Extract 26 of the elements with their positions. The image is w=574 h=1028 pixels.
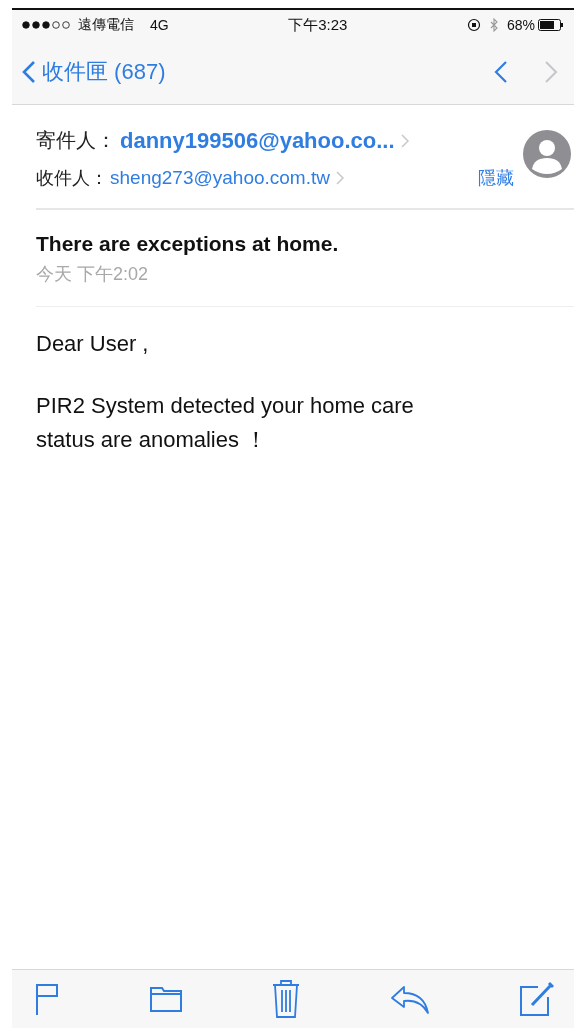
flag-button[interactable] [34, 982, 60, 1016]
network-type: 4G [150, 17, 169, 33]
carrier-name: 遠傳電信 [78, 16, 134, 34]
email-subject: There are exceptions at home. [36, 232, 340, 256]
battery-percent: 68% [507, 17, 535, 33]
avatar-icon [522, 129, 572, 179]
chevron-icon [400, 133, 409, 148]
hide-link[interactable]: 隱藏 [478, 166, 514, 190]
reply-button[interactable] [389, 983, 430, 1015]
body-paragraph: PIR2 System detected your home care status are anomalies ！ [36, 392, 415, 454]
body-paragraph: Dear User , [36, 330, 150, 358]
trash-button[interactable] [271, 979, 301, 1019]
recipient-address[interactable]: sheng273@yahoo.com.tw [110, 167, 330, 189]
from-label: 寄件人： [36, 128, 116, 153]
compose-button[interactable] [518, 981, 554, 1017]
bluetooth-icon [489, 18, 499, 32]
sender-address[interactable]: danny199506@yahoo.co... [120, 127, 395, 154]
status-time: 下午3:23 [288, 15, 348, 35]
rotation-lock-icon [467, 18, 481, 32]
email-date: 今天 下午2:02 [36, 263, 150, 286]
chevron-icon [22, 60, 36, 84]
back-button[interactable]: 收件匣 (687) [22, 57, 166, 87]
folder-button[interactable] [148, 985, 183, 1013]
battery-icon [538, 19, 564, 31]
chevron-icon [336, 171, 344, 185]
to-label: 收件人： [36, 167, 108, 190]
